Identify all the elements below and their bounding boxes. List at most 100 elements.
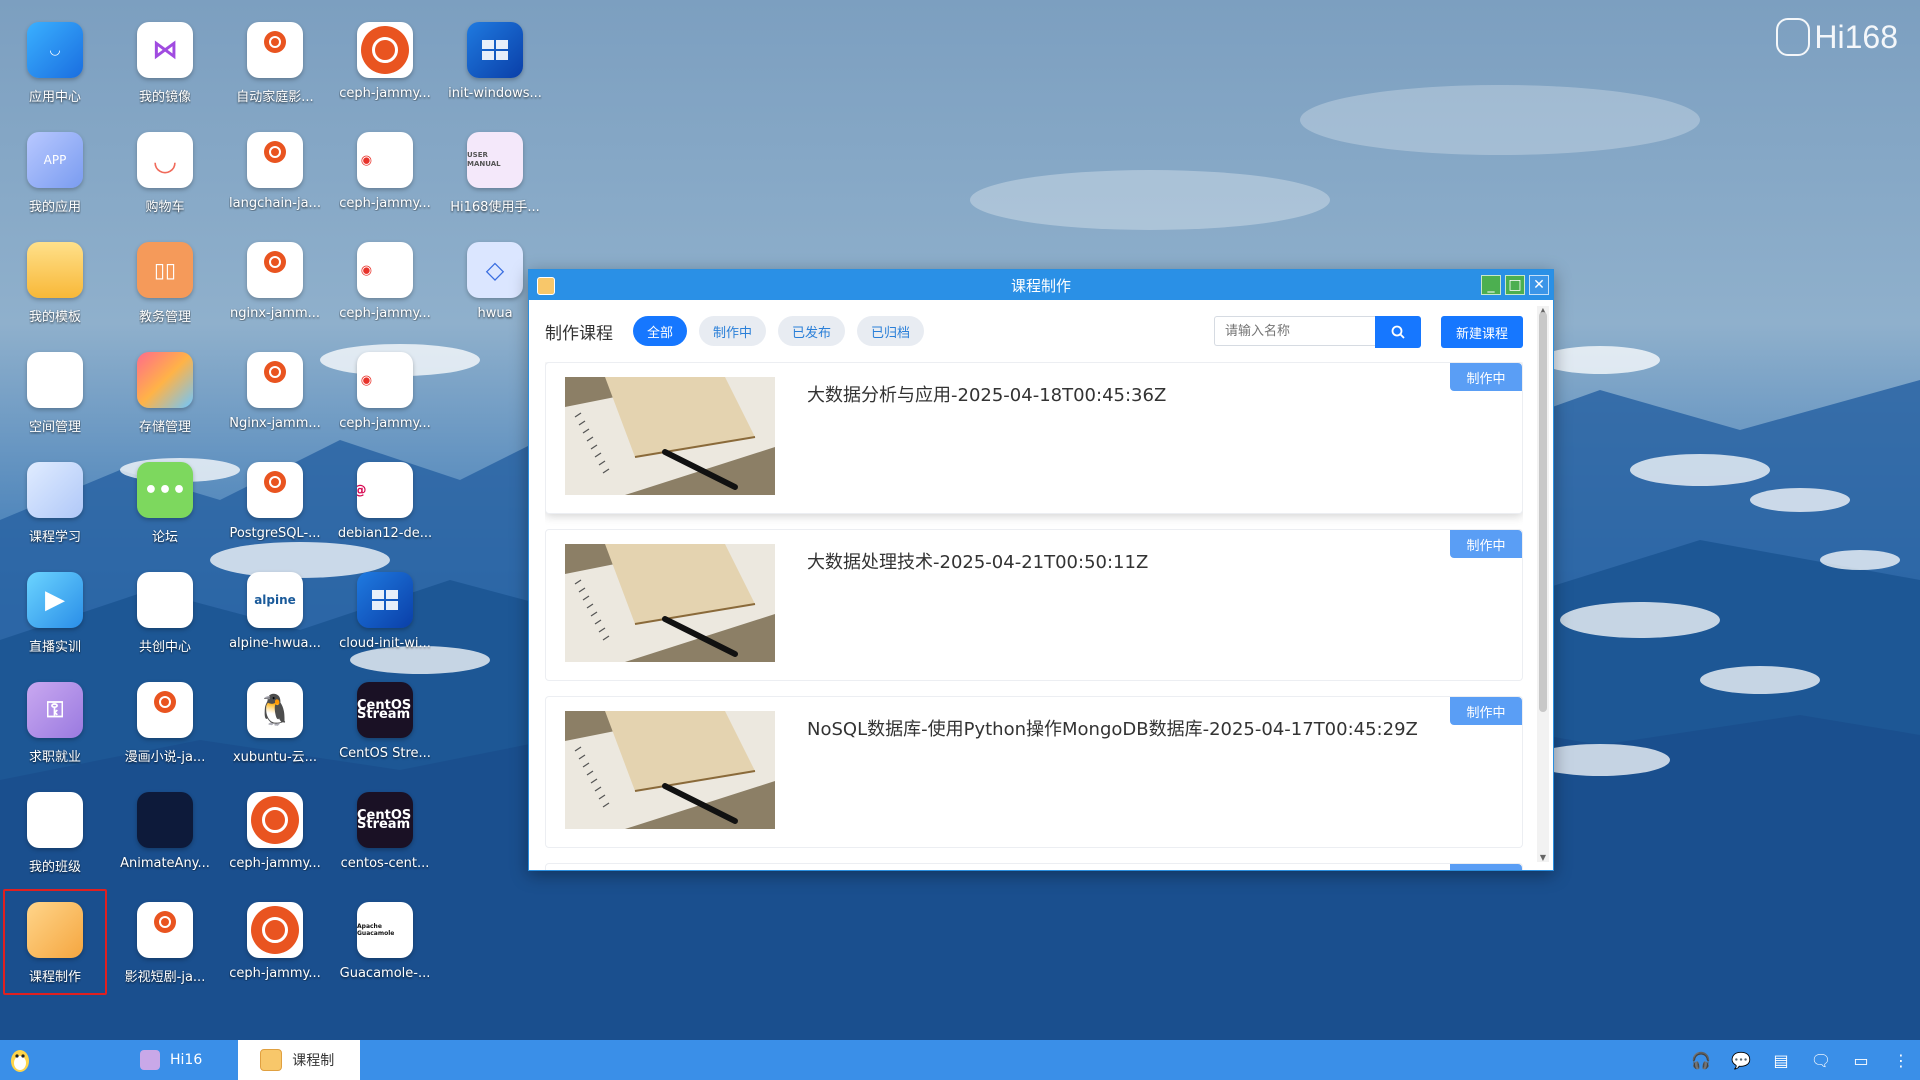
more-icon[interactable]: ⋮ [1890,1049,1912,1071]
scrollbar[interactable]: ▲ ▼ [1537,306,1549,862]
desktop-icon[interactable]: ◡ 应用中心 [0,0,110,110]
desktop-icon-label: 我的班级 [28,860,81,875]
scroll-down-icon[interactable]: ▼ [1537,853,1549,862]
wechat-icon[interactable]: 💬 [1730,1049,1752,1071]
course-making-window: 课程制作 _ □ ✕ 制作课程 全部 制作中 已发布 已归档 新建课程 大数据分… [528,269,1554,871]
filter-archived[interactable]: 已归档 [857,316,925,346]
desktop-icon[interactable]: ceph-jammy... [330,0,440,110]
ceph-icon: ◉ ceph [357,242,413,298]
filter-in-progress[interactable]: 制作中 [699,316,767,346]
desktop-icon[interactable]: CentOS Stream CentOS Stre... [330,660,440,770]
desktop-icon[interactable]: cloud-init-wi... [330,550,440,660]
window-title: 课程制作 [1010,276,1071,295]
desktop-icon[interactable]: ⚿ 求职就业 [0,660,110,770]
guacamole-icon: Apache Guacamole [357,902,413,958]
desktop-icon-label: cloud-init-wi... [339,636,431,651]
selected-icon-highlight [3,889,107,995]
folder-icon [27,242,83,298]
desktop-icon[interactable]: AnimateAny... [110,770,220,880]
desktop-icon[interactable]: ◡ 购物车 [110,110,220,220]
desktop-icon[interactable]: APP 我的应用 [0,110,110,220]
penguin-icon [11,1050,29,1072]
filter-published[interactable]: 已发布 [778,316,846,346]
desktop-icon[interactable]: ubuntu PostgreSQL-... [220,440,330,550]
new-course-button[interactable]: 新建课程 [1440,316,1523,348]
app-icon: APP [27,132,83,188]
desktop-icon[interactable]: ◉ ceph ceph-jammy... [330,330,440,440]
desktop-icon[interactable]: 存储管理 [110,330,220,440]
desktop-icon[interactable]: 🐧 xubuntu-云... [220,660,330,770]
desktop-icon-label: init-windows... [448,86,542,101]
paw-icon [1776,18,1811,56]
desktop-icon[interactable]: ▯▯ 教务管理 [110,220,220,330]
course-thumbnail [565,711,775,829]
desktop-icon-label: 自动家庭影... [236,90,314,105]
scrollbar-thumb[interactable] [1539,312,1547,712]
ubuntu-icon [247,902,303,958]
course-list: 大数据分析与应用-2025-04-18T00:45:36Z 制作中 大数据处理技术-… [545,362,1523,870]
desktop-icon[interactable]: ubuntu langchain-ja... [220,110,330,220]
course-card[interactable]: 大数据分析与应用-2025-04-18T00:45:36Z 制作中 [545,362,1523,514]
chat-icon[interactable]: 🗨 [1810,1049,1832,1071]
headset-icon[interactable]: 🎧 [1690,1049,1712,1071]
desktop-icon[interactable]: ceph-jammy... [220,880,330,990]
desktop-icon[interactable]: USER MANUAL Hi168使用手... [440,110,550,220]
desktop-icon[interactable]: CentOS Stream centos-cent... [330,770,440,880]
course-title[interactable]: 大数据处理技术-2025-04-21T00:50:11Z [807,548,1148,574]
course-title[interactable]: NoSQL数据库-使用Python操作MongoDB数据库-2025-04-17… [807,715,1418,741]
taskbar-item-hi168[interactable]: Hi16 [118,1040,228,1080]
status-badge: 制作中 [1450,363,1522,391]
desktop-icon[interactable]: ◉ ceph ceph-jammy... [330,220,440,330]
icon-logo-text: APP [43,153,67,167]
desktop-icon[interactable]: ubuntu 自动家庭影... [220,0,330,110]
desktop-icon[interactable]: ⋈ 我的镜像 [110,0,220,110]
desktop-icon-label: ceph-jammy... [339,306,431,321]
desktop-icon[interactable]: ceph-jammy... [220,770,330,880]
notes-icon[interactable]: ▤ [1770,1049,1792,1071]
search-button[interactable] [1375,316,1421,348]
desktop-icon[interactable]: 我的模板 [0,220,110,330]
window-titlebar[interactable]: 课程制作 _ □ ✕ [529,270,1553,300]
status-badge: 制作中 [1450,697,1522,725]
desktop-icon[interactable]: ubuntu 漫画小说-ja... [110,660,220,770]
desktop-icon-label: ceph-jammy... [339,196,431,211]
search-input[interactable] [1214,316,1375,346]
taskbar-item-course-making[interactable]: 课程制 [238,1040,361,1080]
windows-icon [357,572,413,628]
course-title[interactable]: 大数据分析与应用-2025-04-18T00:45:36Z [807,381,1166,407]
desktop-icon[interactable]: ubuntu nginx-jamm... [220,220,330,330]
desktop-icon[interactable]: init-windows... [440,0,550,110]
monitor-icon[interactable]: ▭ [1850,1049,1872,1071]
desktop-icon[interactable]: Apache Guacamole Guacamole-... [330,880,440,990]
course-icon [260,1049,283,1071]
maximize-button[interactable]: □ [1505,275,1525,295]
desktop-icon-label: PostgreSQL-... [229,526,321,541]
animate-icon [137,792,193,848]
desktop-icon[interactable]: 课程学习 [0,440,110,550]
start-button[interactable] [0,1040,40,1080]
desktop-icon[interactable]: 我的班级 [0,770,110,880]
desktop-icon[interactable]: @debian debian12-de... [330,440,440,550]
desktop-icon[interactable]: alpine alpine-hwua... [220,550,330,660]
desktop-icon-label: Hi168使用手... [450,200,540,215]
ubuntu-icon: ubuntu [247,132,303,188]
forum-icon: ••• [137,462,193,518]
desktop-icon[interactable]: ubuntu Nginx-jamm... [220,330,330,440]
desktop-icon[interactable]: ▶ 直播实训 [0,550,110,660]
minimize-button[interactable]: _ [1481,275,1501,295]
course-card[interactable]: 大数据处理技术-2025-04-21T00:50:11Z 制作中 [545,529,1523,681]
desktop-icon[interactable]: 空间管理 [0,330,110,440]
course-card-partial[interactable] [545,863,1523,870]
desktop-icon[interactable]: ••• 论坛 [110,440,220,550]
cart-icon: ◡ [137,132,193,188]
desktop-icon-label: Nginx-jamm... [229,416,321,431]
close-button[interactable]: ✕ [1529,275,1549,295]
desktop-icon[interactable]: ubuntu 影视短剧-ja... [110,880,220,990]
course-card[interactable]: NoSQL数据库-使用Python操作MongoDB数据库-2025-04-17… [545,696,1523,848]
ceph-logo-text: ceph [374,152,410,168]
filter-all[interactable]: 全部 [633,316,688,346]
desktop-icon[interactable]: ◉ ceph ceph-jammy... [330,110,440,220]
desktop-icon[interactable]: 共创中心 [110,550,220,660]
desktop-icon-label: xubuntu-云... [232,750,318,765]
desktop-icon-label: 存储管理 [138,420,191,435]
